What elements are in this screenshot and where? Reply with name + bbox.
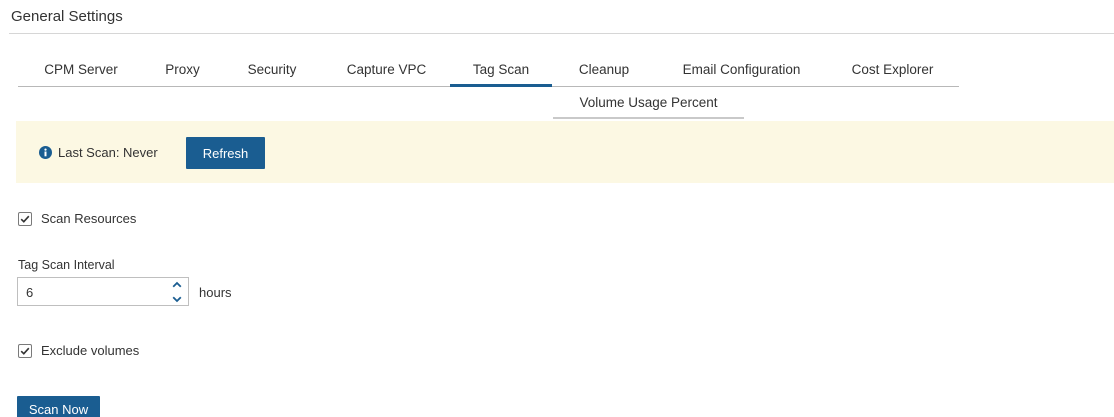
exclude-volumes-option[interactable]: Exclude volumes (18, 343, 139, 358)
decrement-icon[interactable] (172, 296, 182, 303)
exclude-volumes-checkbox[interactable] (18, 343, 32, 358)
tab-tag-scan[interactable]: Tag Scan (450, 52, 552, 87)
tag-scan-interval-label: Tag Scan Interval (18, 258, 115, 272)
tab-proxy[interactable]: Proxy (144, 52, 221, 86)
interval-unit-label: hours (199, 285, 232, 300)
scan-resources-option[interactable]: Scan Resources (18, 211, 136, 226)
checkmark-icon (20, 347, 30, 355)
tab-volume-usage-percent[interactable]: Volume Usage Percent (579, 95, 717, 110)
tab-email-configuration[interactable]: Email Configuration (656, 52, 827, 86)
tag-scan-interval-input[interactable]: 6 (17, 277, 189, 306)
scan-resources-label: Scan Resources (41, 211, 137, 226)
settings-tabs: CPM Server Proxy Security Capture VPC Ta… (18, 52, 959, 87)
tab-cpm-server[interactable]: CPM Server (18, 52, 144, 86)
checkmark-icon (20, 215, 30, 223)
settings-subtabs: Volume Usage Percent (553, 88, 744, 119)
tag-scan-settings-page: General Settings CPM Server Proxy Securi… (0, 0, 1114, 417)
last-scan-status: Last Scan: Never (58, 145, 158, 160)
interval-stepper[interactable] (171, 281, 183, 303)
tag-scan-interval-value: 6 (26, 285, 34, 300)
scan-resources-checkbox[interactable] (18, 211, 32, 226)
scan-now-button[interactable]: Scan Now (17, 396, 100, 417)
increment-icon[interactable] (172, 281, 182, 288)
tab-cleanup[interactable]: Cleanup (552, 52, 656, 86)
tab-capture-vpc[interactable]: Capture VPC (323, 52, 450, 86)
tab-security[interactable]: Security (221, 52, 323, 86)
info-icon (39, 146, 52, 159)
last-scan-banner: Last Scan: Never Refresh (16, 121, 1114, 183)
title-divider (9, 33, 1114, 34)
exclude-volumes-label: Exclude volumes (41, 343, 140, 358)
refresh-button[interactable]: Refresh (186, 137, 265, 169)
page-title: General Settings (11, 8, 123, 25)
tab-cost-explorer[interactable]: Cost Explorer (827, 52, 958, 86)
